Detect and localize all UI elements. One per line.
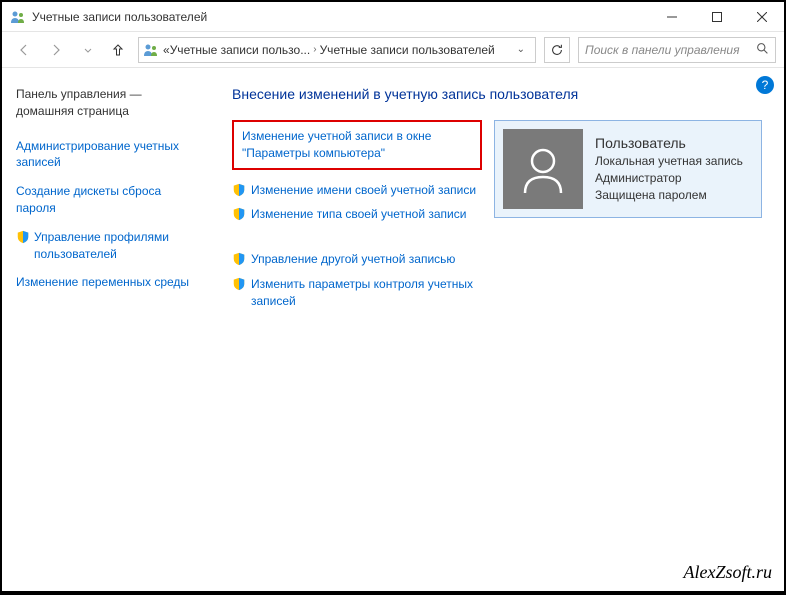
- users-icon: [10, 9, 26, 25]
- shield-icon: [232, 252, 246, 266]
- titlebar: Учетные записи пользователей: [2, 2, 784, 32]
- up-button[interactable]: [106, 36, 130, 64]
- user-card: Пользователь Локальная учетная запись Ад…: [494, 120, 762, 218]
- recent-dropdown[interactable]: [74, 36, 102, 64]
- breadcrumb-item-1[interactable]: Учетные записи пользо...: [170, 43, 311, 57]
- breadcrumb-dropdown[interactable]: ⌄: [511, 44, 531, 55]
- user-name: Пользователь: [595, 135, 743, 151]
- user-role: Администратор: [595, 170, 743, 187]
- shield-icon: [232, 183, 246, 197]
- search-icon: [756, 42, 769, 58]
- manage-another-account[interactable]: Управление другой учетной записью: [232, 251, 482, 268]
- user-account-type: Локальная учетная запись: [595, 153, 743, 170]
- watermark: AlexZsoft.ru: [684, 562, 773, 583]
- breadcrumb-item-2[interactable]: Учетные записи пользователей: [320, 43, 495, 57]
- sidebar-admin-accounts[interactable]: Администрирование учетных записей: [16, 138, 198, 172]
- sidebar-manage-profiles[interactable]: Управление профилями пользователей: [16, 229, 198, 263]
- close-button[interactable]: [739, 2, 784, 32]
- navbar: « Учетные записи пользо... › Учетные зап…: [2, 32, 784, 68]
- avatar: [503, 129, 583, 209]
- sidebar-env-vars[interactable]: Изменение переменных среды: [16, 274, 198, 291]
- forward-button[interactable]: [42, 36, 70, 64]
- minimize-button[interactable]: [649, 2, 694, 32]
- sidebar: Панель управления — домашняя страница Ад…: [2, 68, 212, 591]
- breadcrumb-prefix: «: [163, 43, 170, 57]
- chevron-right-icon: ›: [313, 44, 316, 55]
- back-button[interactable]: [10, 36, 38, 64]
- shield-icon: [232, 277, 246, 291]
- users-icon: [143, 42, 159, 58]
- window: Учетные записи пользователей « Учетные з…: [2, 2, 784, 591]
- change-account-pc-settings[interactable]: Изменение учетной записи в окне "Парамет…: [242, 128, 472, 162]
- refresh-button[interactable]: [544, 37, 570, 63]
- actions-column: Изменение учетной записи в окне "Парамет…: [232, 120, 482, 318]
- main: Внесение изменений в учетную запись поль…: [212, 68, 784, 591]
- user-password-status: Защищена паролем: [595, 187, 743, 204]
- page-title: Внесение изменений в учетную запись поль…: [232, 86, 764, 102]
- content: ? Панель управления — домашняя страница …: [2, 68, 784, 591]
- search-placeholder: Поиск в панели управления: [585, 43, 756, 57]
- shield-icon: [232, 207, 246, 221]
- shield-icon: [16, 230, 30, 244]
- change-account-name[interactable]: Изменение имени своей учетной записи: [232, 182, 482, 199]
- change-account-type[interactable]: Изменение типа своей учетной записи: [232, 206, 482, 223]
- user-info: Пользователь Локальная учетная запись Ад…: [595, 129, 743, 203]
- control-panel-home-link[interactable]: Панель управления — домашняя страница: [16, 86, 198, 120]
- highlighted-action: Изменение учетной записи в окне "Парамет…: [232, 120, 482, 170]
- maximize-button[interactable]: [694, 2, 739, 32]
- breadcrumb[interactable]: « Учетные записи пользо... › Учетные зап…: [138, 37, 536, 63]
- window-title: Учетные записи пользователей: [32, 10, 649, 24]
- help-icon[interactable]: ?: [756, 76, 774, 94]
- search-input[interactable]: Поиск в панели управления: [578, 37, 776, 63]
- change-uac-settings[interactable]: Изменить параметры контроля учетных запи…: [232, 276, 482, 310]
- sidebar-reset-disk[interactable]: Создание дискеты сброса пароля: [16, 183, 198, 217]
